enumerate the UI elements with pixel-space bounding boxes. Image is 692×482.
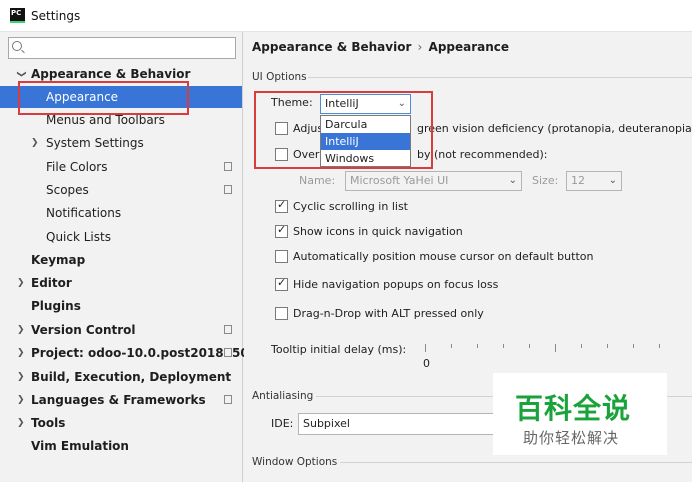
sidebar-item-system-settings[interactable]: ❯ System Settings xyxy=(0,132,242,154)
font-name-value: Microsoft YaHei UI xyxy=(350,174,449,187)
sidebar-item-plugins[interactable]: Plugins xyxy=(0,295,242,317)
font-size-label: Size: xyxy=(532,174,559,187)
slider-tick xyxy=(451,344,452,348)
project-settings-icon xyxy=(222,160,232,171)
chevron-down-icon: ❯ xyxy=(15,70,26,78)
chevron-down-icon: ⌄ xyxy=(608,175,617,186)
sidebar-item-label: Languages & Frameworks xyxy=(31,393,206,407)
highlight-annotation-box xyxy=(18,81,189,115)
project-settings-icon xyxy=(222,346,232,357)
project-settings-icon xyxy=(222,183,232,194)
sidebar-item-label: Scopes xyxy=(46,183,89,197)
search-input[interactable] xyxy=(8,37,236,59)
theme-option-intellij[interactable]: IntelliJ xyxy=(321,133,410,150)
override-fonts-label-end: by (not recommended): xyxy=(417,148,548,161)
sidebar-item-file-colors[interactable]: File Colors xyxy=(0,156,242,178)
hide-popups-label: Hide navigation popups on focus loss xyxy=(293,278,499,291)
tooltip-delay-slider[interactable] xyxy=(425,344,692,352)
breadcrumb-parent: Appearance & Behavior xyxy=(252,40,412,54)
chevron-right-icon: ❯ xyxy=(31,138,39,148)
hide-popups-checkbox[interactable] xyxy=(275,276,288,291)
group-divider xyxy=(340,462,692,463)
sidebar-item-label: Build, Execution, Deployment xyxy=(31,370,232,384)
adjust-colors-label-end: green vision deficiency (protanopia, deu… xyxy=(417,122,692,135)
project-settings-icon xyxy=(222,393,232,404)
sidebar-item-keymap[interactable]: Keymap xyxy=(0,249,242,271)
window-titlebar: PC Settings xyxy=(0,0,692,32)
search-icon xyxy=(12,41,22,51)
slider-tick xyxy=(503,344,504,348)
slider-tick xyxy=(607,344,608,348)
sidebar-item-build[interactable]: ❯ Build, Execution, Deployment xyxy=(0,366,242,388)
group-title-window-options: Window Options xyxy=(252,456,338,468)
sidebar-item-label: Keymap xyxy=(31,253,86,267)
tooltip-delay-value: 0 xyxy=(423,357,430,370)
slider-tick xyxy=(529,344,530,348)
slider-tick xyxy=(425,344,426,352)
watermark-logo: 百科全说 助你轻松解决 xyxy=(493,373,667,455)
group-title-ui-options: UI Options xyxy=(252,71,307,83)
watermark-title: 百科全说 xyxy=(515,392,632,425)
chevron-right-icon: ❯ xyxy=(17,372,25,382)
sidebar-item-label: System Settings xyxy=(46,136,144,150)
show-icons-checkbox[interactable] xyxy=(275,223,288,238)
group-title-antialiasing: Antialiasing xyxy=(252,390,314,402)
sidebar-item-notifications[interactable]: Notifications xyxy=(0,202,242,224)
slider-tick xyxy=(581,344,582,348)
chevron-right-icon: ❯ xyxy=(17,418,25,428)
auto-position-label: Automatically position mouse cursor on d… xyxy=(293,250,594,263)
slider-tick xyxy=(555,344,556,352)
sidebar-item-label: File Colors xyxy=(46,160,108,174)
chevron-right-icon: ❯ xyxy=(17,395,25,405)
pycharm-logo-icon: PC xyxy=(10,8,25,23)
show-icons-label: Show icons in quick navigation xyxy=(293,225,463,238)
slider-tick xyxy=(633,344,634,348)
breadcrumb: Appearance & Behavior › Appearance xyxy=(252,40,509,54)
cyclic-scrolling-label: Cyclic scrolling in list xyxy=(293,200,408,213)
auto-position-checkbox[interactable] xyxy=(275,250,288,263)
cyclic-scrolling-checkbox[interactable] xyxy=(275,198,288,213)
sidebar-item-label: Notifications xyxy=(46,206,122,220)
breadcrumb-current: Appearance xyxy=(428,40,510,54)
ide-antialiasing-label: IDE: xyxy=(271,417,294,430)
sidebar-item-label: Tools xyxy=(31,416,66,430)
chevron-right-icon: ❯ xyxy=(17,278,25,288)
ide-antialiasing-select[interactable]: Subpixel xyxy=(298,413,498,435)
sidebar-item-languages[interactable]: ❯ Languages & Frameworks xyxy=(0,389,242,411)
theme-dropdown-list: Darcula IntelliJ Windows xyxy=(320,115,411,167)
sidebar-item-version-control[interactable]: ❯ Version Control xyxy=(0,319,242,341)
drag-drop-checkbox[interactable] xyxy=(275,307,288,320)
font-name-select[interactable]: Microsoft YaHei UI ⌄ xyxy=(345,171,522,191)
group-divider xyxy=(308,77,692,78)
chevron-right-icon: ❯ xyxy=(17,348,25,358)
sidebar-item-editor[interactable]: ❯ Editor xyxy=(0,272,242,294)
drag-drop-label: Drag-n-Drop with ALT pressed only xyxy=(293,307,484,320)
sidebar-item-vim-emulation[interactable]: Vim Emulation xyxy=(0,435,242,457)
sidebar-item-label: Version Control xyxy=(31,323,136,337)
font-size-value: 12 xyxy=(571,174,585,187)
sidebar-item-label: Quick Lists xyxy=(46,230,111,244)
sidebar-item-label: Plugins xyxy=(31,299,81,313)
sidebar-item-tools[interactable]: ❯ Tools xyxy=(0,412,242,434)
sidebar-item-scopes[interactable]: Scopes xyxy=(0,179,242,201)
sidebar-item-label: Vim Emulation xyxy=(31,439,129,453)
window-title: Settings xyxy=(31,9,81,23)
sidebar-item-label: Editor xyxy=(31,276,72,290)
ide-antialiasing-value: Subpixel xyxy=(303,417,350,430)
font-name-label: Name: xyxy=(299,174,336,187)
theme-option-windows[interactable]: Windows xyxy=(321,150,410,167)
sidebar-item-project[interactable]: ❯ Project: odoo-10.0.post2018050... xyxy=(0,342,262,364)
tooltip-delay-label: Tooltip initial delay (ms): xyxy=(271,343,407,356)
breadcrumb-separator: › xyxy=(417,40,423,54)
project-settings-icon xyxy=(222,323,232,334)
theme-option-darcula[interactable]: Darcula xyxy=(321,116,410,133)
slider-tick xyxy=(477,344,478,348)
font-size-select[interactable]: 12 ⌄ xyxy=(566,171,622,191)
chevron-right-icon: ❯ xyxy=(17,325,25,335)
slider-tick xyxy=(659,344,660,348)
watermark-subtitle: 助你轻松解决 xyxy=(523,429,620,447)
sidebar-item-quick-lists[interactable]: Quick Lists xyxy=(0,226,242,248)
chevron-down-icon: ⌄ xyxy=(508,175,517,186)
